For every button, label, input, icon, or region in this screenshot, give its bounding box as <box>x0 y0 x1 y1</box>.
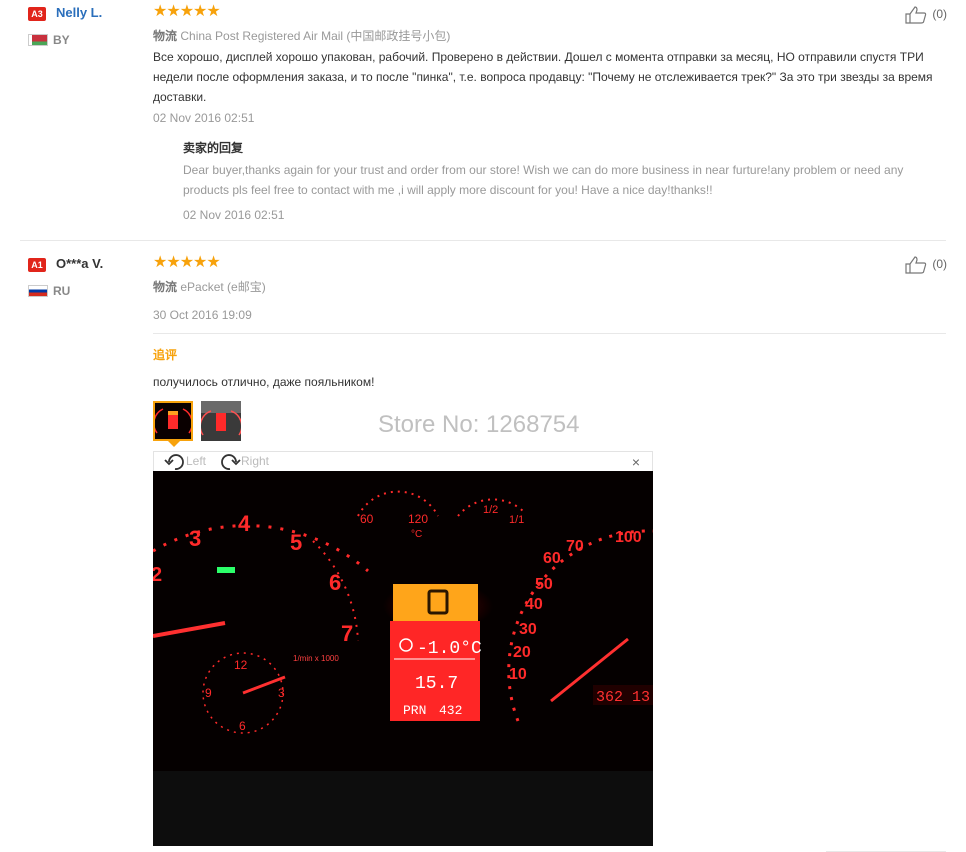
helpful-button[interactable]: (0) <box>905 256 947 274</box>
dashboard-photo: 3 4 5 6 7 2 1/min x 1000 12 3 6 9 60 120… <box>153 471 653 846</box>
seller-reply-text: Dear buyer,thanks again for your trust a… <box>183 163 904 197</box>
logistics-label: 物流 <box>153 29 178 43</box>
speed-tick-label: 60 <box>543 550 561 567</box>
speed-tick-label: 50 <box>535 576 553 593</box>
dashboard-thumbnail-image <box>201 401 241 441</box>
rotate-right-button[interactable]: Right <box>219 452 269 472</box>
rotate-left-button[interactable]: Left <box>164 452 206 472</box>
helpful-count: (0) <box>932 257 948 272</box>
review-photo-large: 3 4 5 6 7 2 1/min x 1000 12 3 6 9 60 120… <box>153 471 653 846</box>
rpm-unit-label: 1/min x 1000 <box>293 654 339 663</box>
logistics-value: ePacket (e邮宝) <box>180 280 266 294</box>
buyer-name[interactable]: Nelly L. <box>56 5 102 20</box>
rpm-tick-label: 4 <box>238 511 251 536</box>
speed-tick-label: 40 <box>525 596 543 613</box>
rpm-tick-label: 5 <box>290 530 302 555</box>
rotate-left-label: Left <box>186 454 207 469</box>
fuel-tick-label: 1/1 <box>509 514 524 526</box>
review-photo-thumbnail[interactable] <box>153 401 193 441</box>
logistics-label: 物流 <box>153 280 178 294</box>
photo-viewer-toolbar: Left Right × <box>153 451 653 471</box>
oil-tick-label: 120 <box>408 512 428 526</box>
logistics-value: China Post Registered Air Mail (中国邮政挂号小包… <box>180 29 451 43</box>
clock-tick-label: 3 <box>278 686 285 700</box>
buyer-name[interactable]: O***a V. <box>56 256 103 271</box>
rpm-tick-label: 2 <box>153 564 162 586</box>
odometer-readout: 362 13 <box>596 689 650 706</box>
buyer-country: RU <box>53 284 71 298</box>
flag-icon <box>28 34 48 46</box>
rpm-tick-label: 3 <box>189 526 201 551</box>
dashboard-thumbnail-image <box>155 403 191 439</box>
followup-divider <box>153 333 946 334</box>
seller-reply-title: 卖家的回复 <box>183 141 244 155</box>
clock-tick-label: 6 <box>239 719 246 733</box>
rotate-right-label: Right <box>241 454 270 469</box>
clock-tick-label: 9 <box>205 686 212 700</box>
oil-unit-label: °C <box>411 529 422 540</box>
close-icon[interactable]: × <box>632 454 640 470</box>
store-watermark: Store No: 1268754 <box>378 411 580 438</box>
rotate-right-icon <box>221 454 241 470</box>
rating-stars: ★★★★★ <box>153 3 221 20</box>
buyer-country: BY <box>53 33 70 47</box>
review-date: 02 Nov 2016 02:51 <box>153 111 255 125</box>
rpm-tick-label: 7 <box>341 621 353 646</box>
helpful-button[interactable]: (0) <box>905 6 947 24</box>
review-photo-thumbnail[interactable] <box>201 401 241 441</box>
review-divider <box>20 240 946 241</box>
buyer-level-badge: A1 <box>28 258 46 272</box>
odometer-small: 432 <box>439 703 462 718</box>
logistics-info: 物流 China Post Registered Air Mail (中国邮政挂… <box>153 27 450 44</box>
review-text: Все хорошо, дисплей хорошо упакован, раб… <box>153 50 933 104</box>
gear-indicator: PRN <box>403 703 426 718</box>
seller-reply-date: 02 Nov 2016 02:51 <box>183 208 285 222</box>
rpm-tick-label: 6 <box>329 570 341 595</box>
thumbs-up-icon <box>905 256 927 274</box>
rotate-left-icon <box>164 454 184 470</box>
selected-thumbnail-caret <box>168 441 180 447</box>
consumption-readout: 15.7 <box>415 674 458 694</box>
oil-tick-label: 60 <box>360 512 374 526</box>
followup-text: получилось отлично, даже пояльником! <box>153 375 375 389</box>
speed-tick-label: 70 <box>566 538 584 555</box>
followup-title: 追评 <box>153 348 178 362</box>
fuel-tick-label: 1/2 <box>483 504 498 516</box>
helpful-count: (0) <box>932 7 948 22</box>
thumbs-up-icon <box>905 6 927 24</box>
speed-tick-label: 30 <box>519 621 537 638</box>
speed-tick-label: 10 <box>509 666 527 683</box>
clock-tick-label: 12 <box>234 658 248 672</box>
temperature-readout: -1.0°C <box>417 639 482 659</box>
buyer-level-badge: A3 <box>28 7 46 21</box>
rating-stars: ★★★★★ <box>153 254 221 271</box>
review-date: 30 Oct 2016 19:09 <box>153 308 252 322</box>
speed-tick-label: 20 <box>513 644 531 661</box>
logistics-info: 物流 ePacket (e邮宝) <box>153 278 266 295</box>
flag-icon <box>28 285 48 297</box>
speed-tick-label: 100 <box>615 529 642 546</box>
